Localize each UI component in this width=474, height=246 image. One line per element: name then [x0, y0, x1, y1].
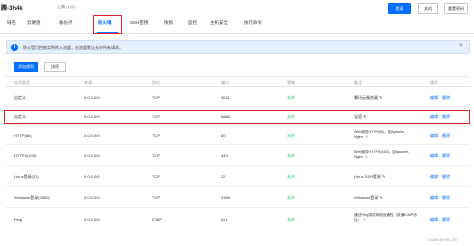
cell-port: 3389 — [221, 195, 230, 200]
cell-port: ALL — [221, 217, 229, 222]
cell-protocol: TCP — [152, 133, 160, 138]
close-icon[interactable]: × — [459, 43, 463, 49]
cell-source: 0.0.0.0/0 — [84, 153, 100, 158]
reset-password-button[interactable]: 重置密码 — [444, 3, 468, 14]
cell-port: 80 — [221, 133, 226, 138]
edit-link[interactable]: 编辑 — [430, 133, 438, 139]
col-policy: 策略 — [287, 80, 295, 85]
sort-button[interactable]: 排序 — [44, 62, 66, 72]
edit-icon[interactable]: ✎ — [378, 195, 382, 200]
cell-port: 3021 — [221, 95, 230, 100]
cell-source: 0.0.0.0/0 — [84, 174, 100, 179]
table-row: 自定义 0.0.0.0/0 TCP 3021 允许 腾讯云服务器 ✎ 编辑 删除 — [6, 87, 470, 107]
delete-link[interactable]: 删除 — [442, 174, 450, 180]
row-highlight-box — [4, 110, 470, 124]
cell-port: 22 — [221, 174, 226, 179]
cell-policy: 允许 — [287, 153, 295, 158]
tab-monitor[interactable]: 监控 — [188, 20, 197, 26]
tab-run-command[interactable]: 执行命令 — [244, 20, 262, 26]
cell-policy: 允许 — [287, 217, 295, 222]
cell-note: 腾讯云服务器 ✎ — [354, 95, 382, 101]
edit-link[interactable]: 编辑 — [430, 217, 438, 223]
col-actions: 操作 — [430, 80, 438, 85]
cell-source: 0.0.0.0/0 — [84, 217, 100, 222]
table-header: 应用类型 来源 协议 端口 策略 备注 操作 — [6, 76, 470, 87]
note-text: 腾讯云服务器 — [354, 95, 378, 100]
add-rule-button[interactable]: 添加规则 — [14, 62, 38, 72]
cell-app: HTTPS(443) — [14, 153, 37, 158]
cell-protocol: TCP — [152, 153, 160, 158]
cell-protocol: TCP — [152, 174, 160, 179]
edit-icon[interactable]: ✎ — [364, 155, 368, 159]
notice-text: 防火墙可控制实例的入流量，出流量默认允许所有请求。 — [23, 45, 123, 50]
cell-policy: 允许 — [287, 195, 295, 200]
cell-note: Web服务HTTP(80)，如Apache、Nginx ✎ — [354, 130, 416, 139]
table-row: Linux登录(22) 0.0.0.0/0 TCP 22 允许 Linux SS… — [6, 166, 470, 187]
table-row: HTTP(80) 0.0.0.0/0 TCP 80 允许 Web服务HTTP(8… — [6, 125, 470, 145]
tab-ssh-keys[interactable]: SSH密钥 — [130, 20, 148, 26]
cell-app: Ping — [14, 217, 23, 222]
delete-link[interactable]: 删除 — [442, 133, 450, 139]
edit-link[interactable]: 编辑 — [430, 195, 438, 201]
watermark: CSDN @YHN_I23 — [428, 238, 457, 242]
cell-source: 0.0.0.0/0 — [84, 95, 100, 100]
cell-policy: 允许 — [287, 174, 295, 179]
cell-protocol: TCP — [152, 95, 160, 100]
col-source: 来源 — [84, 80, 92, 85]
note-text: Windows登录 — [354, 195, 379, 200]
region-label: 上海 | (公) — [57, 4, 75, 9]
table-row: Windows登录(3389) 0.0.0.0/0 TCP 3389 允许 Wi… — [6, 187, 470, 208]
cell-note: 通过Ping测试网络连通性（放通ICMP协议） ✎ — [354, 213, 418, 222]
edit-link[interactable]: 编辑 — [430, 153, 438, 159]
cell-port: 443 — [221, 153, 228, 158]
tab-snapshot[interactable]: 快照 — [164, 20, 173, 26]
cell-note: Web服务HTTPS(443)，如Apache、Nginx ✎ — [354, 150, 416, 159]
login-button[interactable]: 登录 — [388, 3, 411, 14]
edit-icon[interactable]: ✎ — [381, 174, 385, 179]
cell-app: Linux登录(22) — [14, 174, 39, 179]
tab-backup[interactable]: 备份点 — [59, 20, 73, 26]
cell-policy: 允许 — [287, 133, 295, 138]
col-port: 端口 — [221, 80, 229, 85]
cell-protocol: ICMP — [152, 217, 162, 222]
delete-link[interactable]: 删除 — [442, 153, 450, 159]
top-bar: 腾-3h4k 上海 | (公) 登录 关机 重置密码 — [0, 0, 474, 14]
cell-policy: 允许 — [287, 95, 295, 100]
note-text: Web服务HTTP(80)，如Apache、Nginx — [354, 130, 408, 139]
edit-icon[interactable]: ✎ — [378, 95, 382, 100]
detail-tabs: 域名 云硬盘 备份点 防火墙 SSH密钥 快照 监控 主机安全 执行命令 — [0, 14, 474, 34]
cell-protocol: TCP — [152, 195, 160, 200]
instance-title: 腾-3h4k — [1, 6, 23, 12]
table-row: Ping 0.0.0.0/0 ICMP ALL 允许 通过Ping测试网络连通性… — [6, 208, 470, 230]
edit-icon[interactable]: ✎ — [364, 135, 368, 139]
cell-note: Windows登录 ✎ — [354, 195, 383, 201]
info-icon: i — [11, 44, 18, 51]
tab-cloud-disk[interactable]: 云硬盘 — [27, 20, 41, 26]
tab-host-security[interactable]: 主机安全 — [210, 20, 228, 26]
delete-link[interactable]: 删除 — [442, 195, 450, 201]
delete-link[interactable]: 删除 — [442, 217, 450, 223]
shutdown-button[interactable]: 关机 — [418, 3, 438, 14]
note-text: Linux SSH登录 — [354, 174, 381, 179]
cell-note: Linux SSH登录 ✎ — [354, 174, 385, 180]
col-note: 备注 — [354, 80, 362, 85]
cell-source: 0.0.0.0/0 — [84, 133, 100, 138]
note-text: Web服务HTTPS(443)，如Apache、Nginx — [354, 150, 412, 159]
tab-domain[interactable]: 域名 — [7, 20, 16, 26]
info-notice: i 防火墙可控制实例的入流量，出流量默认允许所有请求。 × — [6, 40, 470, 54]
edit-link[interactable]: 编辑 — [430, 174, 438, 180]
cell-app: Windows登录(3389) — [14, 195, 50, 200]
delete-link[interactable]: 删除 — [442, 95, 450, 101]
edit-icon[interactable]: ✎ — [362, 218, 366, 222]
table-row: HTTPS(443) 0.0.0.0/0 TCP 443 允许 Web服务HTT… — [6, 145, 470, 166]
col-app-type: 应用类型 — [14, 80, 30, 85]
cell-app: 自定义 — [14, 95, 26, 100]
edit-link[interactable]: 编辑 — [430, 95, 438, 101]
col-protocol: 协议 — [152, 80, 160, 85]
cell-app: HTTP(80) — [14, 133, 32, 138]
cell-source: 0.0.0.0/0 — [84, 195, 100, 200]
tab-highlight-box — [93, 15, 122, 34]
